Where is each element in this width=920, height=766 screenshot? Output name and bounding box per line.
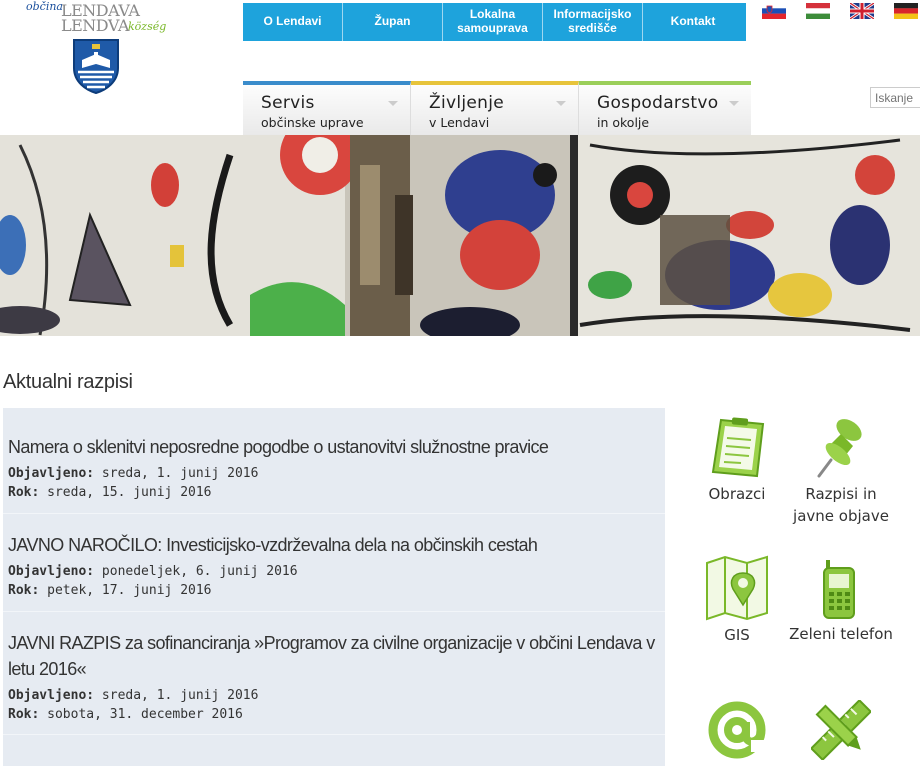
- mainnav-gospodarstvo-title: Gospodarstvo: [597, 93, 719, 113]
- list-item: JAVNO NAROČILO: Investicijsko-vzdrževaln…: [3, 514, 665, 612]
- quicklink-gis[interactable]: GIS: [685, 555, 789, 647]
- entry-deadline: Rok: sobota, 31. december 2016: [8, 706, 659, 725]
- pushpin-icon: [817, 419, 862, 478]
- entry-published: Objavljeno: sreda, 1. junij 2016: [8, 465, 659, 484]
- deadline-label: Rok:: [8, 706, 40, 722]
- topnav-kontakt[interactable]: Kontakt: [643, 3, 743, 41]
- quicklink-obrazci[interactable]: Obrazci: [685, 416, 789, 506]
- mainnav-zivljenje-title: Življenje: [429, 93, 504, 113]
- entry-title-link[interactable]: JAVNO NAROČILO: Investicijsko-vzdrževaln…: [8, 532, 659, 558]
- pencil-ruler-icon: [811, 700, 871, 760]
- german-flag-icon[interactable]: [894, 3, 918, 19]
- hungarian-flag-icon[interactable]: [806, 3, 830, 19]
- chevron-down-icon: [556, 101, 566, 106]
- topnav-zupan[interactable]: Župan: [343, 3, 443, 41]
- main-navigation: Servis občinske uprave Življenje v Lenda…: [243, 81, 751, 135]
- map-icon: [706, 555, 768, 621]
- published-date: ponedeljek, 6. junij 2016: [101, 563, 298, 579]
- coat-of-arms-icon: [73, 39, 119, 94]
- entry-title-link[interactable]: Namera o sklenitvi neposredne pogodbe o …: [8, 434, 659, 460]
- slovenian-flag-icon[interactable]: [762, 3, 786, 19]
- published-date: sreda, 1. junij 2016: [101, 466, 259, 482]
- deadline-date: sreda, 15. junij 2016: [47, 484, 212, 500]
- entry-published: Objavljeno: ponedeljek, 6. junij 2016: [8, 563, 659, 582]
- deadline-date: sobota, 31. december 2016: [47, 706, 243, 722]
- uk-flag-icon[interactable]: [850, 3, 874, 19]
- mainnav-gospodarstvo-subtitle: in okolje: [597, 115, 650, 130]
- mainnav-zivljenje-subtitle: v Lendavi: [429, 115, 490, 130]
- top-navigation: O Lendavi Župan Lokalna samouprava Infor…: [243, 3, 746, 41]
- topnav-lokalna-samouprava[interactable]: Lokalna samouprava: [443, 3, 543, 41]
- site-logo[interactable]: občina LENDAVA LENDVA község: [24, 0, 174, 96]
- list-item: Namera o sklenitvi neposredne pogodbe o …: [3, 408, 665, 514]
- topnav-o-lendavi[interactable]: O Lendavi: [243, 3, 343, 41]
- published-label: Objavljeno:: [8, 687, 95, 703]
- hero-banner-image: [0, 135, 920, 336]
- chevron-down-icon: [729, 101, 739, 106]
- logo-name-hungarian: LENDVA: [61, 16, 129, 35]
- section-title: Aktualni razpisi: [3, 371, 133, 393]
- quicklink-zeleni-telefon[interactable]: Zeleni telefon: [789, 558, 893, 646]
- quicklink-label: Razpisi in javne objave: [793, 485, 889, 525]
- quicklink-label: Obrazci: [708, 485, 766, 503]
- language-switcher: [762, 3, 918, 19]
- logo-obcina: občina: [26, 0, 63, 13]
- deadline-date: petek, 17. junij 2016: [47, 582, 212, 598]
- mainnav-gospodarstvo[interactable]: Gospodarstvo in okolje: [579, 81, 751, 135]
- phone-icon: [823, 560, 855, 619]
- published-date: sreda, 1. junij 2016: [101, 687, 259, 703]
- quicklink-tools[interactable]: [789, 700, 893, 764]
- chevron-down-icon: [388, 101, 398, 106]
- entry-published: Objavljeno: sreda, 1. junij 2016: [8, 687, 659, 706]
- tender-list: Namera o sklenitvi neposredne pogodbe o …: [3, 408, 665, 766]
- entry-deadline: Rok: sreda, 15. junij 2016: [8, 484, 659, 503]
- mainnav-servis-subtitle: občinske uprave: [261, 115, 364, 130]
- mainnav-zivljenje[interactable]: Življenje v Lendavi: [411, 81, 579, 135]
- entry-deadline: Rok: petek, 17. junij 2016: [8, 582, 659, 601]
- published-label: Objavljeno:: [8, 466, 95, 482]
- mainnav-servis-title: Servis: [261, 93, 315, 113]
- topnav-informacijsko-sredisce[interactable]: Informacijsko središče: [543, 3, 643, 41]
- quicklink-label: Zeleni telefon: [789, 625, 893, 643]
- search-input[interactable]: [870, 87, 920, 108]
- list-item: JAVNI RAZPIS za sofinanciranja »Programo…: [3, 612, 665, 736]
- mainnav-servis[interactable]: Servis občinske uprave: [243, 81, 411, 135]
- clipboard-icon: [711, 417, 765, 478]
- entry-title-link[interactable]: JAVNI RAZPIS za sofinanciranja »Programo…: [8, 630, 659, 682]
- quicklink-label: GIS: [724, 626, 750, 644]
- published-label: Objavljeno:: [8, 563, 95, 579]
- deadline-label: Rok:: [8, 582, 40, 598]
- quicklink-email[interactable]: [685, 700, 789, 764]
- deadline-label: Rok:: [8, 484, 40, 500]
- at-sign-icon: [708, 701, 767, 759]
- quicklink-razpisi[interactable]: Razpisi in javne objave: [789, 416, 893, 528]
- logo-kozseg: község: [128, 20, 167, 33]
